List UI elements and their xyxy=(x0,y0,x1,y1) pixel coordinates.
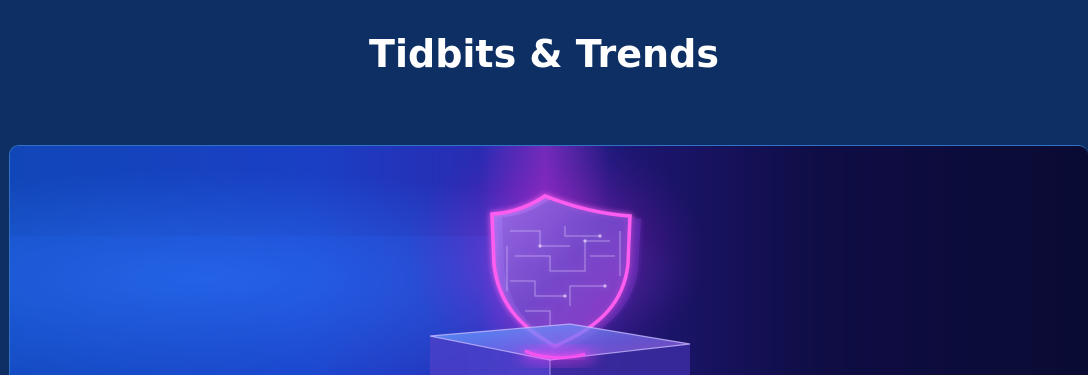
section-title: Tidbits & Trends xyxy=(369,32,719,76)
trends-section: Tidbits & Trends xyxy=(0,0,1088,375)
card-hero-image xyxy=(10,146,1088,375)
featured-article-card[interactable] xyxy=(9,145,1088,375)
